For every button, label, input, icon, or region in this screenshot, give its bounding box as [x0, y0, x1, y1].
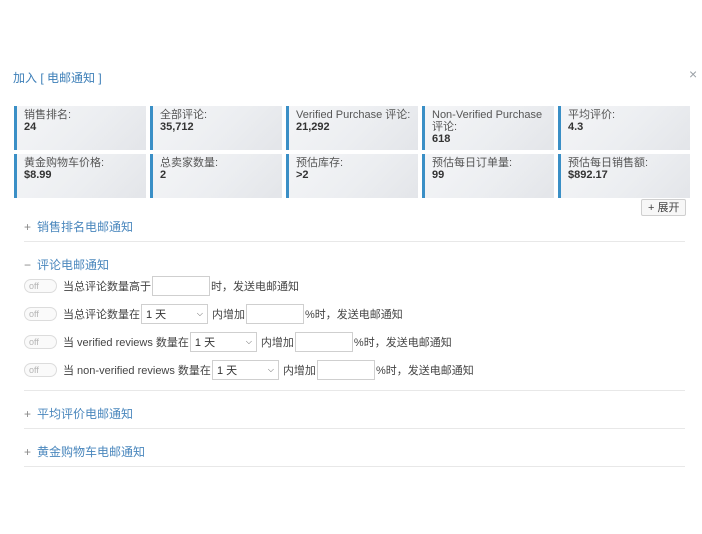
- stat-buybox-price: 黄金购物车价格: $8.99: [14, 154, 146, 198]
- percent-input[interactable]: [316, 360, 375, 380]
- rule-text: 当总评论数量高于: [63, 281, 151, 293]
- stat-label: Verified Purchase 评论:: [296, 109, 411, 121]
- stat-value: $8.99: [24, 169, 52, 181]
- rule-text: 当 non-verified reviews 数量在: [63, 365, 211, 377]
- stat-value: 35,712: [160, 121, 194, 133]
- percent-input[interactable]: [246, 304, 304, 324]
- stat-label: 预估每日销售额:: [568, 157, 649, 169]
- divider: [24, 466, 685, 467]
- dialog-title: 加入 [ 电邮通知 ]: [13, 71, 102, 85]
- plus-icon: +: [24, 445, 32, 459]
- period-select-value: 1 天: [216, 365, 238, 377]
- period-select[interactable]: 1 天 ⌵: [211, 360, 279, 380]
- section-sales-rank-alert[interactable]: + 销售排名电邮通知: [24, 218, 133, 235]
- stat-est-daily-orders: 预估每日订单量: 99: [422, 154, 554, 198]
- section-label: 评论电邮通知: [37, 258, 110, 272]
- divider: [24, 241, 685, 242]
- stat-sales-rank: 销售排名: 24: [14, 106, 146, 150]
- off-toggle[interactable]: off: [24, 307, 57, 321]
- stat-label: 预估库存:: [296, 157, 344, 169]
- chevron-down-icon: ⌵: [245, 337, 252, 346]
- chevron-down-icon: ⌵: [267, 365, 274, 374]
- stat-value: $892.17: [568, 169, 608, 181]
- period-select-value: 1 天: [194, 337, 216, 349]
- email-alert-dialog: 加入 [ 电邮通知 ] × 销售排名: 24 全部评论: 35,712 Veri…: [0, 0, 702, 534]
- period-select-value: 1 天: [146, 309, 167, 321]
- expand-button[interactable]: + 展开: [641, 199, 687, 216]
- stat-value: >2: [296, 169, 309, 181]
- section-label: 黄金购物车电邮通知: [37, 445, 146, 459]
- rule-total-reviews-above: off 当总评论数量高于 时，发送电邮通知: [24, 276, 299, 296]
- stat-est-daily-sales: 预估每日销售额: $892.17: [558, 154, 690, 198]
- rule-text: 时，发送电邮通知: [211, 281, 299, 293]
- stats-row-1: 销售排名: 24 全部评论: 35,712 Verified Purchase …: [14, 106, 690, 150]
- stat-value: 21,292: [296, 121, 330, 133]
- stat-label: 全部评论:: [160, 109, 208, 121]
- divider: [24, 428, 685, 429]
- stat-value: 24: [24, 121, 37, 133]
- rule-text: 内增加: [282, 365, 316, 377]
- stat-label: 总卖家数量:: [160, 157, 219, 169]
- close-icon[interactable]: ×: [689, 67, 697, 81]
- stat-est-inventory: 预估库存: >2: [286, 154, 418, 198]
- section-label: 平均评价电邮通知: [37, 407, 134, 421]
- stat-seller-count: 总卖家数量: 2: [150, 154, 282, 198]
- section-label: 销售排名电邮通知: [37, 220, 134, 234]
- stat-value: 2: [160, 169, 167, 181]
- chevron-down-icon: ⌵: [196, 309, 203, 318]
- rule-total-reviews-increase: off 当总评论数量在 1 天 ⌵ 内增加 %时，发送电邮通知: [24, 304, 403, 324]
- stat-value: 618: [432, 133, 451, 145]
- off-toggle[interactable]: off: [24, 363, 57, 377]
- stat-label: 销售排名:: [24, 109, 72, 121]
- rule-text: 当总评论数量在: [63, 309, 140, 321]
- off-toggle[interactable]: off: [24, 335, 57, 349]
- rule-text: %时，发送电邮通知: [375, 365, 474, 377]
- section-review-alert[interactable]: − 评论电邮通知: [24, 256, 109, 273]
- stat-label: 黄金购物车价格:: [24, 157, 105, 169]
- stats-panel: 销售排名: 24 全部评论: 35,712 Verified Purchase …: [14, 106, 690, 202]
- stat-label: 预估每日订单量:: [432, 157, 513, 169]
- section-avg-rating-alert[interactable]: + 平均评价电邮通知: [24, 405, 133, 422]
- stat-label: 平均评价:: [568, 109, 616, 121]
- minus-icon: −: [24, 258, 32, 272]
- rule-text: 内增加: [260, 337, 294, 349]
- period-select[interactable]: 1 天 ⌵: [141, 304, 208, 324]
- rule-text: 当 verified reviews 数量在: [63, 337, 189, 349]
- rule-text: %时，发送电邮通知: [353, 337, 452, 349]
- stat-value: 4.3: [568, 121, 584, 133]
- section-buybox-alert[interactable]: + 黄金购物车电邮通知: [24, 443, 145, 460]
- plus-icon: +: [24, 407, 32, 421]
- percent-input[interactable]: [294, 332, 353, 352]
- stat-nonverified-reviews: Non-Verified Purchase 评论: 618: [422, 106, 554, 150]
- stat-total-reviews: 全部评论: 35,712: [150, 106, 282, 150]
- plus-icon: +: [24, 220, 32, 234]
- stat-avg-rating: 平均评价: 4.3: [558, 106, 690, 150]
- rule-text: %时，发送电邮通知: [305, 309, 403, 321]
- review-count-input[interactable]: [152, 276, 210, 296]
- rule-verified-reviews-increase: off 当 verified reviews 数量在 1 天 ⌵ 内增加 %时，…: [24, 332, 452, 352]
- off-toggle[interactable]: off: [24, 279, 57, 293]
- divider: [24, 390, 685, 391]
- rule-text: 内增加: [212, 309, 245, 321]
- period-select[interactable]: 1 天 ⌵: [189, 332, 257, 352]
- stat-label: Non-Verified Purchase 评论:: [432, 109, 543, 133]
- rule-nonverified-reviews-increase: off 当 non-verified reviews 数量在 1 天 ⌵ 内增加…: [24, 360, 474, 380]
- stat-verified-reviews: Verified Purchase 评论: 21,292: [286, 106, 418, 150]
- stats-row-2: 黄金购物车价格: $8.99 总卖家数量: 2 预估库存: >2 预估每日订单量…: [14, 154, 690, 198]
- stat-value: 99: [432, 169, 445, 181]
